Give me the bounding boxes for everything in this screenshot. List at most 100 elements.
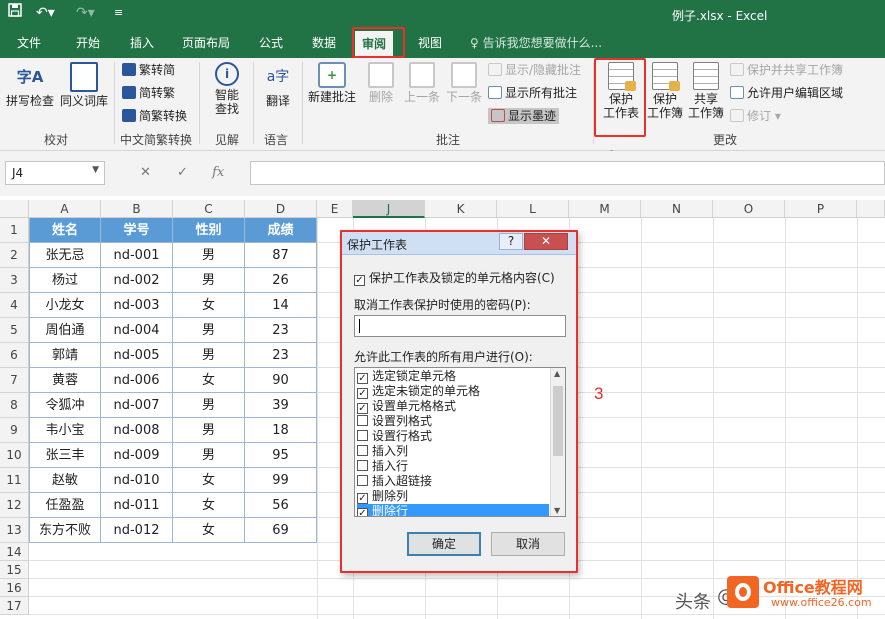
- row-header[interactable]: 3: [0, 268, 29, 293]
- tab-view[interactable]: 视图: [418, 34, 442, 52]
- table-cell[interactable]: 14: [245, 293, 317, 318]
- row-header[interactable]: 5: [0, 318, 29, 343]
- table-cell[interactable]: 90: [245, 368, 317, 393]
- table-cell[interactable]: nd-006: [101, 368, 173, 393]
- column-header[interactable]: K: [425, 200, 497, 218]
- table-cell[interactable]: 东方不败: [29, 518, 101, 543]
- undo-icon[interactable]: ↶▾: [36, 3, 55, 23]
- protect-checkbox-row[interactable]: ✓ 保护工作表及锁定的单元格内容(C): [354, 269, 555, 286]
- chevron-down-icon[interactable]: ▼: [92, 165, 99, 175]
- protect-workbook-button[interactable]: 保护 工作簿: [646, 62, 684, 120]
- table-header-cell[interactable]: 成绩: [245, 218, 317, 243]
- permission-checkbox[interactable]: [357, 445, 368, 456]
- table-cell[interactable]: 女: [173, 468, 245, 493]
- column-header[interactable]: N: [641, 200, 713, 218]
- row-header[interactable]: 1: [0, 218, 29, 243]
- chinese-conversion-button[interactable]: 简繁转换: [122, 108, 187, 124]
- row-header[interactable]: 6: [0, 343, 29, 368]
- row-header[interactable]: 7: [0, 368, 29, 393]
- permissions-list[interactable]: ▲ ▼ ✓ 选定锁定单元格 ✓ 选定未锁定的单元格 ✓ 设置单元格格式 设置列格式 设置行格式…: [354, 367, 566, 517]
- permission-item[interactable]: 设置列格式: [357, 414, 549, 429]
- permission-item[interactable]: ✓ 设置单元格格式: [357, 399, 549, 414]
- permission-checkbox[interactable]: ✓: [357, 373, 368, 384]
- table-cell[interactable]: 任盈盈: [29, 493, 101, 518]
- column-header[interactable]: P: [785, 200, 857, 218]
- column-header[interactable]: E: [317, 200, 353, 218]
- table-cell[interactable]: nd-001: [101, 243, 173, 268]
- table-cell[interactable]: 张无忌: [29, 243, 101, 268]
- row-header[interactable]: 4: [0, 293, 29, 318]
- column-header[interactable]: J: [353, 200, 425, 218]
- tab-review[interactable]: 审阅: [355, 31, 394, 58]
- permission-item[interactable]: 插入行: [357, 459, 549, 474]
- enter-icon[interactable]: ✓: [177, 165, 188, 180]
- delete-comment-button[interactable]: 删除: [364, 62, 398, 104]
- table-cell[interactable]: nd-008: [101, 418, 173, 443]
- close-button[interactable]: ✕: [524, 233, 568, 250]
- table-cell[interactable]: 23: [245, 343, 317, 368]
- permission-item[interactable]: 设置行格式: [357, 429, 549, 444]
- table-cell[interactable]: 韦小宝: [29, 418, 101, 443]
- scrollbar[interactable]: ▲ ▼: [550, 368, 565, 516]
- table-cell[interactable]: 男: [173, 418, 245, 443]
- new-comment-button[interactable]: + 新建批注: [306, 62, 358, 104]
- track-changes-button[interactable]: 修订 ▾: [730, 108, 781, 124]
- protect-checkbox[interactable]: ✓: [354, 275, 365, 286]
- table-header-cell[interactable]: 姓名: [29, 218, 101, 243]
- table-cell[interactable]: 女: [173, 368, 245, 393]
- permission-item[interactable]: ✓ 删除行: [357, 504, 549, 516]
- table-cell[interactable]: nd-004: [101, 318, 173, 343]
- table-cell[interactable]: 令狐冲: [29, 393, 101, 418]
- table-cell[interactable]: 女: [173, 518, 245, 543]
- table-cell[interactable]: 26: [245, 268, 317, 293]
- table-cell[interactable]: 95: [245, 443, 317, 468]
- ok-button[interactable]: 确定: [407, 532, 481, 556]
- permission-checkbox[interactable]: [357, 430, 368, 441]
- permission-checkbox[interactable]: ✓: [357, 508, 368, 516]
- select-all-corner[interactable]: [0, 200, 29, 218]
- protect-sheet-button[interactable]: 保护 工作表: [598, 62, 644, 120]
- row-header[interactable]: 10: [0, 443, 29, 468]
- permission-item[interactable]: 插入超链接: [357, 474, 549, 489]
- tab-file[interactable]: 文件: [17, 34, 41, 52]
- to-simplified-button[interactable]: 繁转简: [122, 62, 175, 78]
- column-header[interactable]: C: [173, 200, 245, 218]
- column-header[interactable]: O: [713, 200, 785, 218]
- table-cell[interactable]: 男: [173, 393, 245, 418]
- customize-qat-icon[interactable]: ≡: [114, 3, 123, 23]
- table-cell[interactable]: 杨过: [29, 268, 101, 293]
- table-cell[interactable]: nd-009: [101, 443, 173, 468]
- column-header[interactable]: [857, 200, 885, 218]
- table-cell[interactable]: 黄蓉: [29, 368, 101, 393]
- cancel-icon[interactable]: ✕: [140, 165, 151, 180]
- table-cell[interactable]: 周伯通: [29, 318, 101, 343]
- show-ink-button[interactable]: 显示墨迹: [488, 108, 560, 124]
- row-header[interactable]: 2: [0, 243, 29, 268]
- insert-function-icon[interactable]: fx: [212, 165, 224, 180]
- column-header[interactable]: M: [569, 200, 641, 218]
- row-header[interactable]: 13: [0, 518, 29, 543]
- formula-input[interactable]: [250, 161, 885, 185]
- permission-item[interactable]: 插入列: [357, 444, 549, 459]
- row-header[interactable]: 9: [0, 418, 29, 443]
- table-cell[interactable]: 郭靖: [29, 343, 101, 368]
- next-comment-button[interactable]: 下一条: [444, 62, 484, 104]
- thesaurus-button[interactable]: 同义词库: [58, 62, 110, 108]
- row-header[interactable]: 12: [0, 493, 29, 518]
- row-header[interactable]: 17: [0, 597, 29, 615]
- permission-checkbox[interactable]: [357, 475, 368, 486]
- table-cell[interactable]: 小龙女: [29, 293, 101, 318]
- row-header[interactable]: 11: [0, 468, 29, 493]
- table-cell[interactable]: 56: [245, 493, 317, 518]
- table-header-cell[interactable]: 性别: [173, 218, 245, 243]
- table-cell[interactable]: 69: [245, 518, 317, 543]
- share-workbook-button[interactable]: 共享 工作簿: [686, 62, 726, 120]
- scroll-down-icon[interactable]: ▼: [554, 506, 560, 515]
- table-cell[interactable]: 张三丰: [29, 443, 101, 468]
- tab-home[interactable]: 开始: [76, 34, 100, 52]
- cancel-button[interactable]: 取消: [491, 532, 565, 556]
- translate-button[interactable]: a字 翻译: [259, 62, 297, 108]
- permission-checkbox[interactable]: ✓: [357, 403, 368, 414]
- permission-checkbox[interactable]: ✓: [357, 493, 368, 504]
- table-cell[interactable]: 99: [245, 468, 317, 493]
